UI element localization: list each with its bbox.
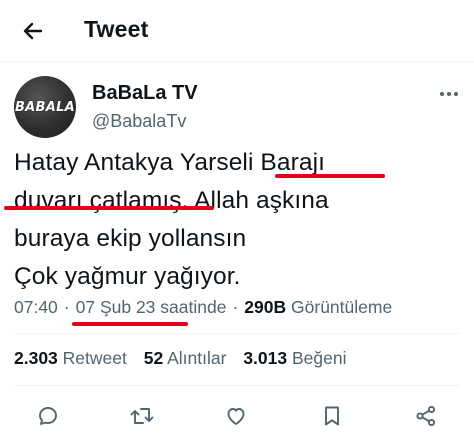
more-button[interactable] — [436, 84, 462, 104]
tweet-text: Hatay Antakya Yarseli Barajı duvarı çatl… — [14, 144, 464, 296]
avatar-logo: BABALA — [14, 99, 76, 115]
views-label: Görüntüleme — [291, 297, 393, 317]
tweet-line: buraya ekip yollansın — [14, 225, 247, 252]
tweet-line: duvarı çatlamış. Allah aşkına — [14, 187, 329, 214]
page-title: Tweet — [84, 16, 149, 42]
tweet-meta: 07:40 · 07 Şub 23 saatinde · 290B Görüntülem… — [14, 297, 392, 318]
likes-stat[interactable]: 3.013 Beğeni — [243, 348, 346, 368]
tweet-line: Hatay Antakya Yarseli Barajı — [14, 149, 326, 176]
arrow-left-icon — [23, 22, 43, 40]
more-icon — [440, 92, 458, 96]
share-button[interactable] — [408, 398, 444, 434]
author-handle[interactable]: @BabalaTv — [92, 111, 186, 132]
bookmark-icon — [325, 406, 339, 426]
annotation-underline — [72, 322, 188, 326]
top-bar: Tweet — [0, 0, 474, 62]
separator: · — [232, 297, 239, 317]
bookmark-button[interactable] — [314, 398, 350, 434]
annotation-underline — [4, 206, 214, 210]
retweet-icon — [130, 408, 154, 424]
separator: · — [63, 297, 70, 317]
tweet-line: Çok yağmur yağıyor. — [14, 263, 241, 290]
retweet-button[interactable] — [124, 398, 160, 434]
quotes-stat[interactable]: 52 Alıntılar — [144, 348, 227, 368]
action-bar — [0, 398, 474, 434]
tweet-date-suffix: saatinde — [160, 297, 227, 317]
tweet-time[interactable]: 07:40 — [14, 297, 58, 317]
author-display-name[interactable]: BaBaLa TV — [92, 82, 198, 105]
avatar[interactable]: BABALA — [14, 76, 76, 138]
reply-button[interactable] — [30, 398, 66, 434]
back-button[interactable] — [14, 12, 52, 50]
divider — [14, 385, 460, 386]
reply-icon — [39, 407, 57, 425]
like-button[interactable] — [218, 398, 254, 434]
heart-icon — [227, 408, 245, 425]
annotation-underline — [275, 174, 385, 178]
divider — [14, 333, 460, 334]
tweet-date[interactable]: 07 Şub 23 — [76, 297, 156, 317]
views-count: 290B — [244, 297, 287, 317]
tweet-stats: 2.303 Retweet 52 Alıntılar 3.013 Beğeni — [14, 348, 359, 369]
retweets-stat[interactable]: 2.303 Retweet — [14, 348, 127, 368]
share-icon — [416, 405, 436, 427]
